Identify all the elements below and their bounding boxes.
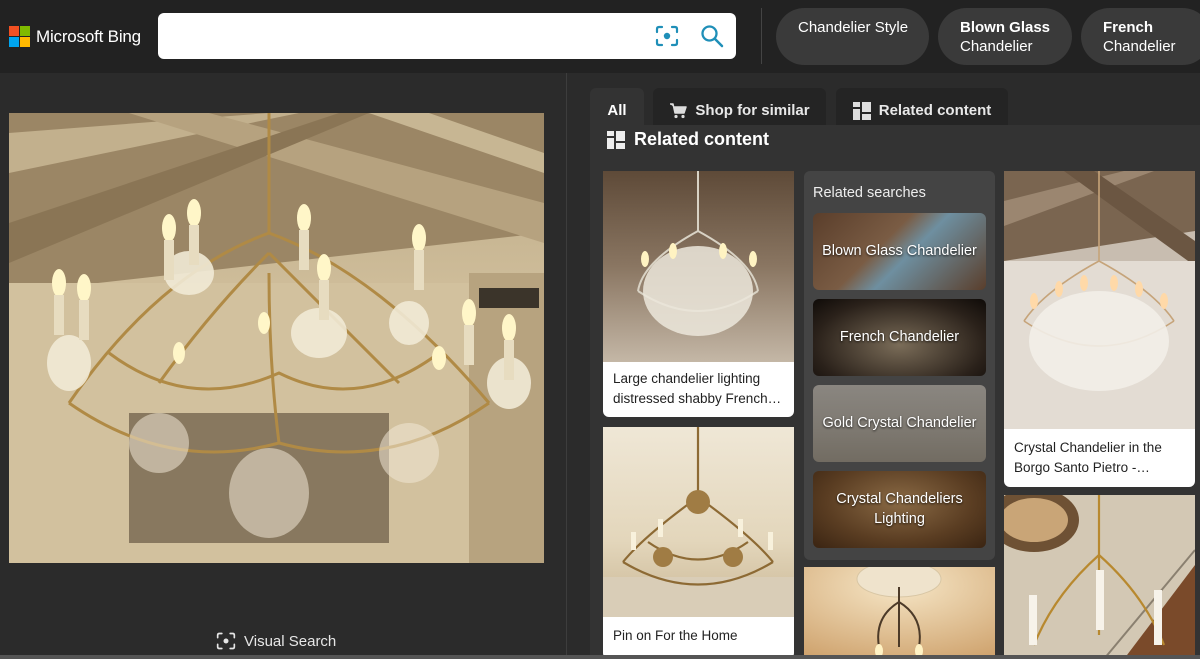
related-searches-title: Related searches (813, 185, 926, 201)
visual-search-icon[interactable] (655, 25, 679, 47)
related-search-label: Crystal Chandeliers Lighting (836, 491, 963, 527)
result-caption: Pin on For the Home (613, 628, 738, 643)
related-search-blown-glass-chandelier[interactable]: Blown Glass Chandelier (813, 213, 986, 290)
result-card[interactable]: Crystal Chandelier in the Borgo Santo Pi… (1004, 171, 1195, 487)
chip-french-chandelier[interactable]: French Chandelier (1081, 8, 1200, 65)
result-thumbnail (1004, 495, 1195, 659)
tab-label: Shop for similar (695, 102, 810, 119)
visual-search-button[interactable]: Visual Search (216, 631, 336, 651)
related-searches: Related searches Blown Glass Chandelier … (804, 171, 995, 560)
grid-icon (607, 130, 625, 149)
cart-icon (670, 102, 688, 118)
search-icon[interactable] (700, 24, 724, 48)
microsoft-logo-icon (9, 26, 30, 47)
related-search-french-chandelier[interactable]: French Chandelier (813, 299, 986, 376)
related-content-heading: Related content (607, 129, 769, 150)
tab-label: Related content (878, 102, 992, 119)
result-card[interactable]: Large chandelier lighting distressed sha… (603, 171, 794, 417)
chip-label: Chandelier Style (798, 19, 909, 36)
top-header: Microsoft Bing Chandelier Style Blown Gl… (0, 0, 1200, 73)
result-card[interactable]: Pin on For the Home (603, 427, 794, 659)
result-thumbnail (804, 567, 995, 659)
related-search-crystal-chandeliers-lighting[interactable]: Crystal Chandeliers Lighting (813, 471, 986, 548)
tab-label: All (607, 102, 627, 119)
logo-text: Microsoft Bing (36, 26, 141, 46)
header-divider (761, 8, 762, 64)
chandelier-photo (9, 113, 544, 563)
chip-chandelier-style[interactable]: Chandelier Style (776, 8, 929, 65)
chip-label: Chandelier (1103, 38, 1176, 55)
heading-text: Related content (634, 129, 770, 149)
chip-label-bold: Blown Glass (960, 19, 1051, 36)
result-card[interactable] (1004, 495, 1195, 659)
visual-search-label: Visual Search (244, 632, 337, 650)
chip-blown-glass-chandelier[interactable]: Blown Glass Chandelier (938, 8, 1072, 65)
results-pane: All Shop for similar Related content Rel… (567, 73, 1200, 659)
visual-search-icon (216, 632, 236, 650)
result-thumbnail (603, 427, 794, 617)
related-search-label: French Chandelier (839, 328, 960, 345)
result-caption: Crystal Chandelier in the Borgo Santo Pi… (1014, 440, 1162, 475)
main-image[interactable] (9, 113, 544, 563)
bottom-edge (0, 655, 1200, 659)
related-search-label: Gold Crystal Chandelier (822, 414, 977, 431)
search-input[interactable] (172, 21, 642, 51)
grid-icon (852, 101, 871, 120)
related-search-gold-crystal-chandelier[interactable]: Gold Crystal Chandelier (813, 385, 986, 462)
image-preview-pane: Visual Search (0, 73, 566, 659)
result-card[interactable] (804, 567, 995, 659)
chip-label-bold: French (1103, 19, 1154, 36)
related-search-label: Blown Glass Chandelier (822, 242, 977, 259)
result-caption: Large chandelier lighting distressed sha… (613, 371, 782, 406)
bing-logo[interactable]: Microsoft Bing (9, 26, 141, 47)
chip-label: Chandelier (960, 38, 1033, 55)
related-content-panel: Related content Large chandelier lightin… (590, 125, 1200, 659)
search-box[interactable] (158, 13, 736, 59)
result-thumbnail (1004, 171, 1195, 429)
result-thumbnail (603, 171, 794, 362)
